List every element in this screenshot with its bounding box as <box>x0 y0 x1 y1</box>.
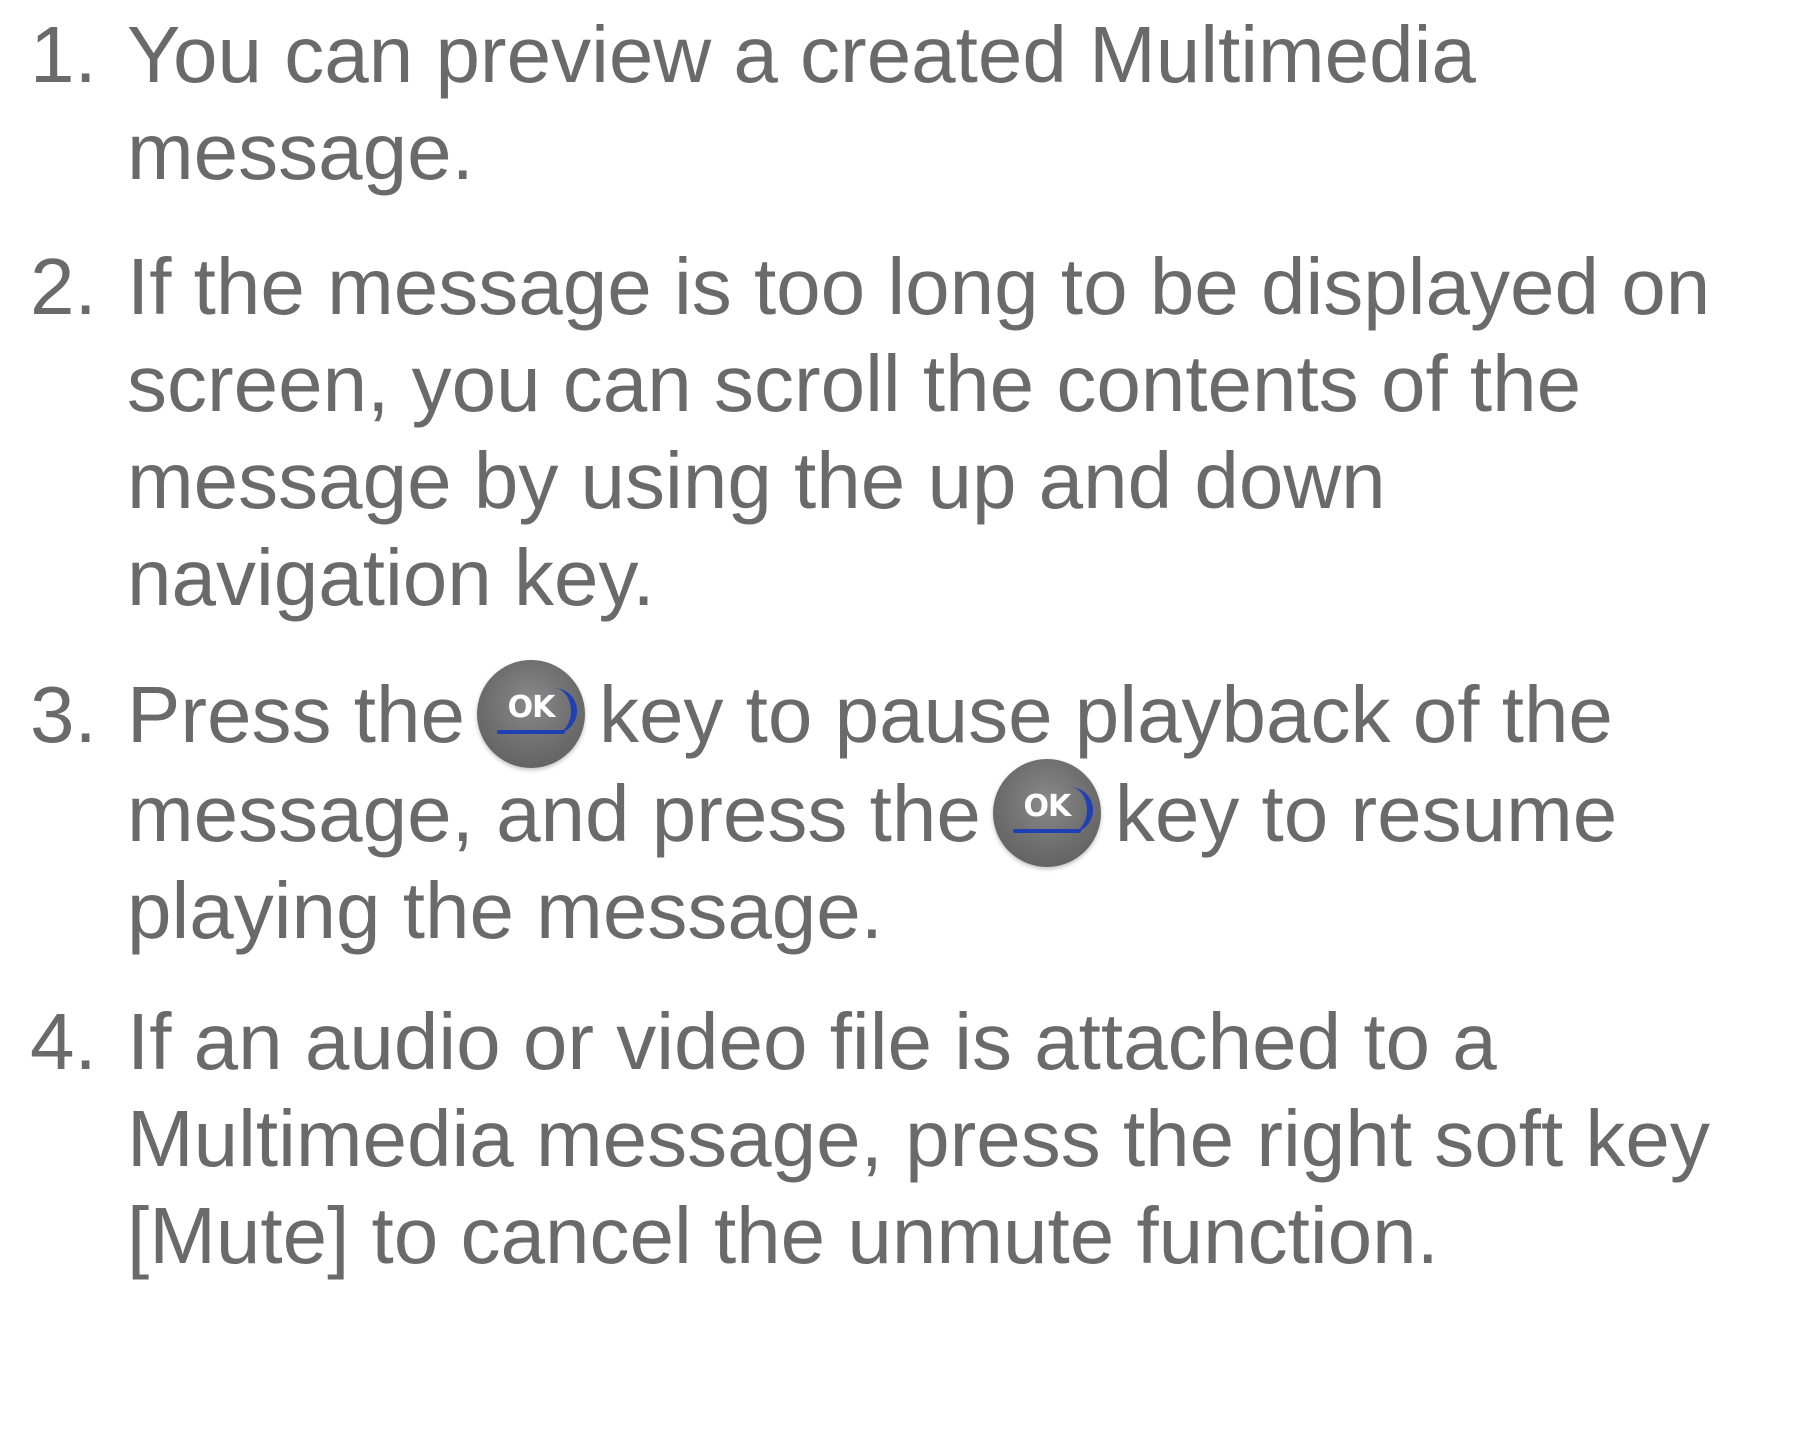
instruction-document: 1. You can preview a created Multimedia … <box>0 0 1806 1453</box>
list-item-line: message. <box>127 107 474 196</box>
list-item-line: Multimedia message, press the right soft… <box>127 1094 1710 1183</box>
list-item-line: Press the OK key to pause playback of the <box>127 660 1613 770</box>
press-the-text: Press the <box>127 670 465 759</box>
list-item-line: If the message is too long to be display… <box>127 242 1711 331</box>
list-item-number: 2. <box>30 242 97 331</box>
list-item-line: You can preview a created Multimedia <box>127 10 1476 99</box>
list-item-line: navigation key. <box>127 533 655 622</box>
list-item-number: 4. <box>30 997 97 1086</box>
list-item-line: screen, you can scroll the contents of t… <box>127 339 1582 428</box>
list-item-number: 3. <box>30 670 97 759</box>
list-item-line: [Mute] to cancel the unmute function. <box>127 1191 1439 1280</box>
ok-key-icon: OK <box>992 759 1101 867</box>
list-item-line: message by using the up and down <box>127 436 1386 525</box>
list-item-line: playing the message. <box>127 866 884 955</box>
ok-key-icon: OK <box>476 660 585 768</box>
pause-text: key to pause playback of the <box>598 670 1613 759</box>
press-the-text: message, and press the <box>127 769 981 858</box>
list-item-line: message, and press the OK key to resume <box>127 759 1617 869</box>
resume-text: key to resume <box>1114 769 1618 858</box>
list-item-number: 1. <box>30 10 97 99</box>
list-item-line: If an audio or video file is attached to… <box>127 997 1497 1086</box>
